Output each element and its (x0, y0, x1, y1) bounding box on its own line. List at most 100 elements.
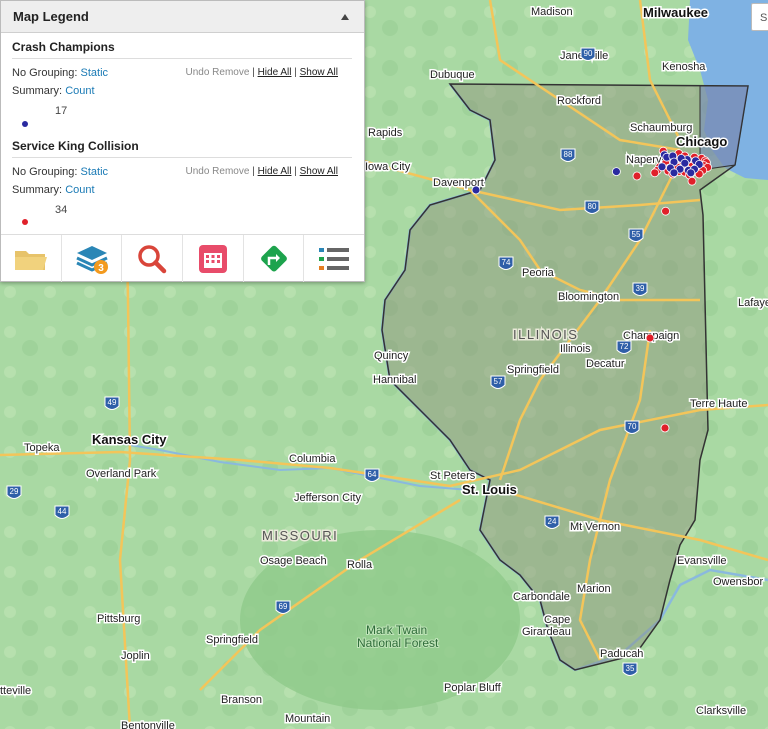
legend-marker-dot[interactable] (22, 121, 28, 127)
legend-title: Map Legend (13, 9, 89, 24)
highway-shield-49: 49 (104, 396, 120, 410)
city-osage-beach: Osage Beach (260, 555, 327, 567)
layers-icon: 3 (75, 245, 108, 274)
highway-shield-74: 74 (498, 256, 514, 270)
grouping-label: No Grouping: (12, 67, 78, 79)
undo-remove-button[interactable]: Undo Remove (186, 67, 250, 78)
grouping-label: No Grouping: (12, 166, 78, 178)
show-all-link[interactable]: Show All (300, 166, 338, 177)
summary-label: Summary: (12, 184, 63, 196)
city-rolla: Rolla (347, 559, 373, 571)
hide-all-link[interactable]: Hide All (258, 166, 292, 177)
svg-text:49: 49 (108, 398, 117, 407)
city-overland-park: Overland Park (86, 468, 157, 480)
city-dubuque: Dubuque (430, 69, 475, 81)
city-topeka: Topeka (24, 442, 60, 454)
city-decatur: Decatur (586, 358, 625, 370)
crash-champions-pin[interactable] (471, 185, 481, 195)
city-schaumburg: Schaumburg (630, 122, 692, 134)
highway-shield-90: 90 (580, 47, 596, 61)
crash-champions-pin[interactable] (686, 168, 696, 178)
city-springfield-mo: Springfield (206, 634, 258, 646)
city-poplar-bluff: Poplar Bluff (444, 682, 502, 694)
grouping-static-link[interactable]: Static (81, 67, 109, 79)
city-rapids: Rapids (368, 127, 403, 139)
undo-remove-button[interactable]: Undo Remove (186, 166, 250, 177)
grouping-static-link[interactable]: Static (81, 166, 109, 178)
svg-text:80: 80 (588, 202, 597, 211)
svg-text:55: 55 (632, 230, 641, 239)
map-search-box[interactable]: S (751, 3, 768, 31)
city-bentonville: Bentonville (121, 720, 175, 729)
service-king-pin[interactable] (645, 333, 655, 343)
service-king-pin[interactable] (632, 171, 642, 181)
city-chicago: Chicago (676, 134, 727, 149)
highway-shield-55: 55 (628, 228, 644, 242)
list-icon (319, 247, 350, 270)
city-evansville: Evansville (677, 555, 727, 567)
calendar-icon (198, 244, 227, 273)
svg-text:64: 64 (368, 470, 377, 479)
city-carbondale: Carbondale (513, 591, 570, 603)
legend-toolbar: 3 (1, 234, 364, 282)
city-paducah: Paducah (600, 648, 643, 660)
collapse-up-icon[interactable] (336, 9, 354, 25)
search-icon (138, 244, 167, 273)
calendar-button[interactable] (183, 235, 244, 282)
city-milwaukee: Milwaukee (643, 5, 708, 20)
legend-list-button[interactable] (304, 235, 364, 282)
highway-shield-64: 64 (364, 468, 380, 482)
crash-champions-pin[interactable] (669, 168, 679, 178)
city-kenosha: Kenosha (662, 61, 706, 73)
legend-marker-dot[interactable] (22, 219, 28, 225)
service-king-pin[interactable] (650, 168, 660, 178)
svg-text:90: 90 (584, 49, 593, 58)
map-legend-panel: Map Legend Crash Champions No Grouping: … (0, 0, 365, 282)
park-label-2: National Forest (357, 636, 439, 650)
city-terre-haute: Terre Haute (690, 398, 747, 410)
layer-actions: Undo Remove | Hide All | Show All (185, 166, 339, 177)
city-hannibal: Hannibal (373, 374, 416, 386)
search-button[interactable] (122, 235, 184, 282)
service-king-pin[interactable] (660, 423, 670, 433)
city-illinois: Illinois (560, 343, 591, 355)
city-columbia: Columbia (289, 453, 336, 465)
city-cape: Cape (544, 614, 570, 626)
svg-text:57: 57 (494, 377, 503, 386)
svg-text:72: 72 (620, 342, 629, 351)
hide-all-link[interactable]: Hide All (258, 67, 292, 78)
directions-button[interactable] (244, 235, 305, 282)
city-girardeau: Girardeau (522, 626, 571, 638)
highway-shield-24: 24 (544, 515, 560, 529)
city-joplin: Joplin (121, 650, 150, 662)
city-owensboro: Owensbor (713, 576, 763, 588)
city-pittsburg: Pittsburg (97, 613, 140, 625)
svg-text:74: 74 (502, 258, 511, 267)
crash-champions-pin[interactable] (612, 167, 621, 177)
show-all-link[interactable]: Show All (300, 67, 338, 78)
city-rockford: Rockford (557, 95, 601, 107)
city-lafayette: Lafaye (738, 297, 768, 309)
city-quincy: Quincy (374, 350, 409, 362)
service-king-pin[interactable] (687, 176, 697, 186)
city-st-louis: St. Louis (462, 482, 517, 497)
service-king-pin[interactable] (661, 206, 670, 216)
state-label-illinois: ILLINOIS (513, 327, 578, 342)
crash-champions-pin[interactable] (657, 162, 667, 172)
layers-button[interactable]: 3 (62, 235, 123, 282)
highway-shield-35: 35 (622, 662, 638, 676)
city-branson: Branson (221, 694, 262, 706)
highway-shield-69: 69 (275, 600, 291, 614)
legend-header: Map Legend (1, 1, 364, 33)
summary-row: Summary: Count (12, 82, 352, 100)
open-folder-button[interactable] (1, 235, 62, 282)
city-marion: Marion (577, 583, 611, 595)
highway-shield-57: 57 (490, 375, 506, 389)
summary-count-link[interactable]: Count (65, 85, 94, 97)
summary-count-link[interactable]: Count (65, 184, 94, 196)
layer-actions: Undo Remove | Hide All | Show All (185, 67, 339, 78)
city-bloomington: Bloomington (558, 291, 619, 303)
city-iowa-city: Iowa City (365, 161, 411, 173)
city-mountain: Mountain (285, 713, 330, 725)
highway-shield-70: 70 (624, 420, 640, 434)
